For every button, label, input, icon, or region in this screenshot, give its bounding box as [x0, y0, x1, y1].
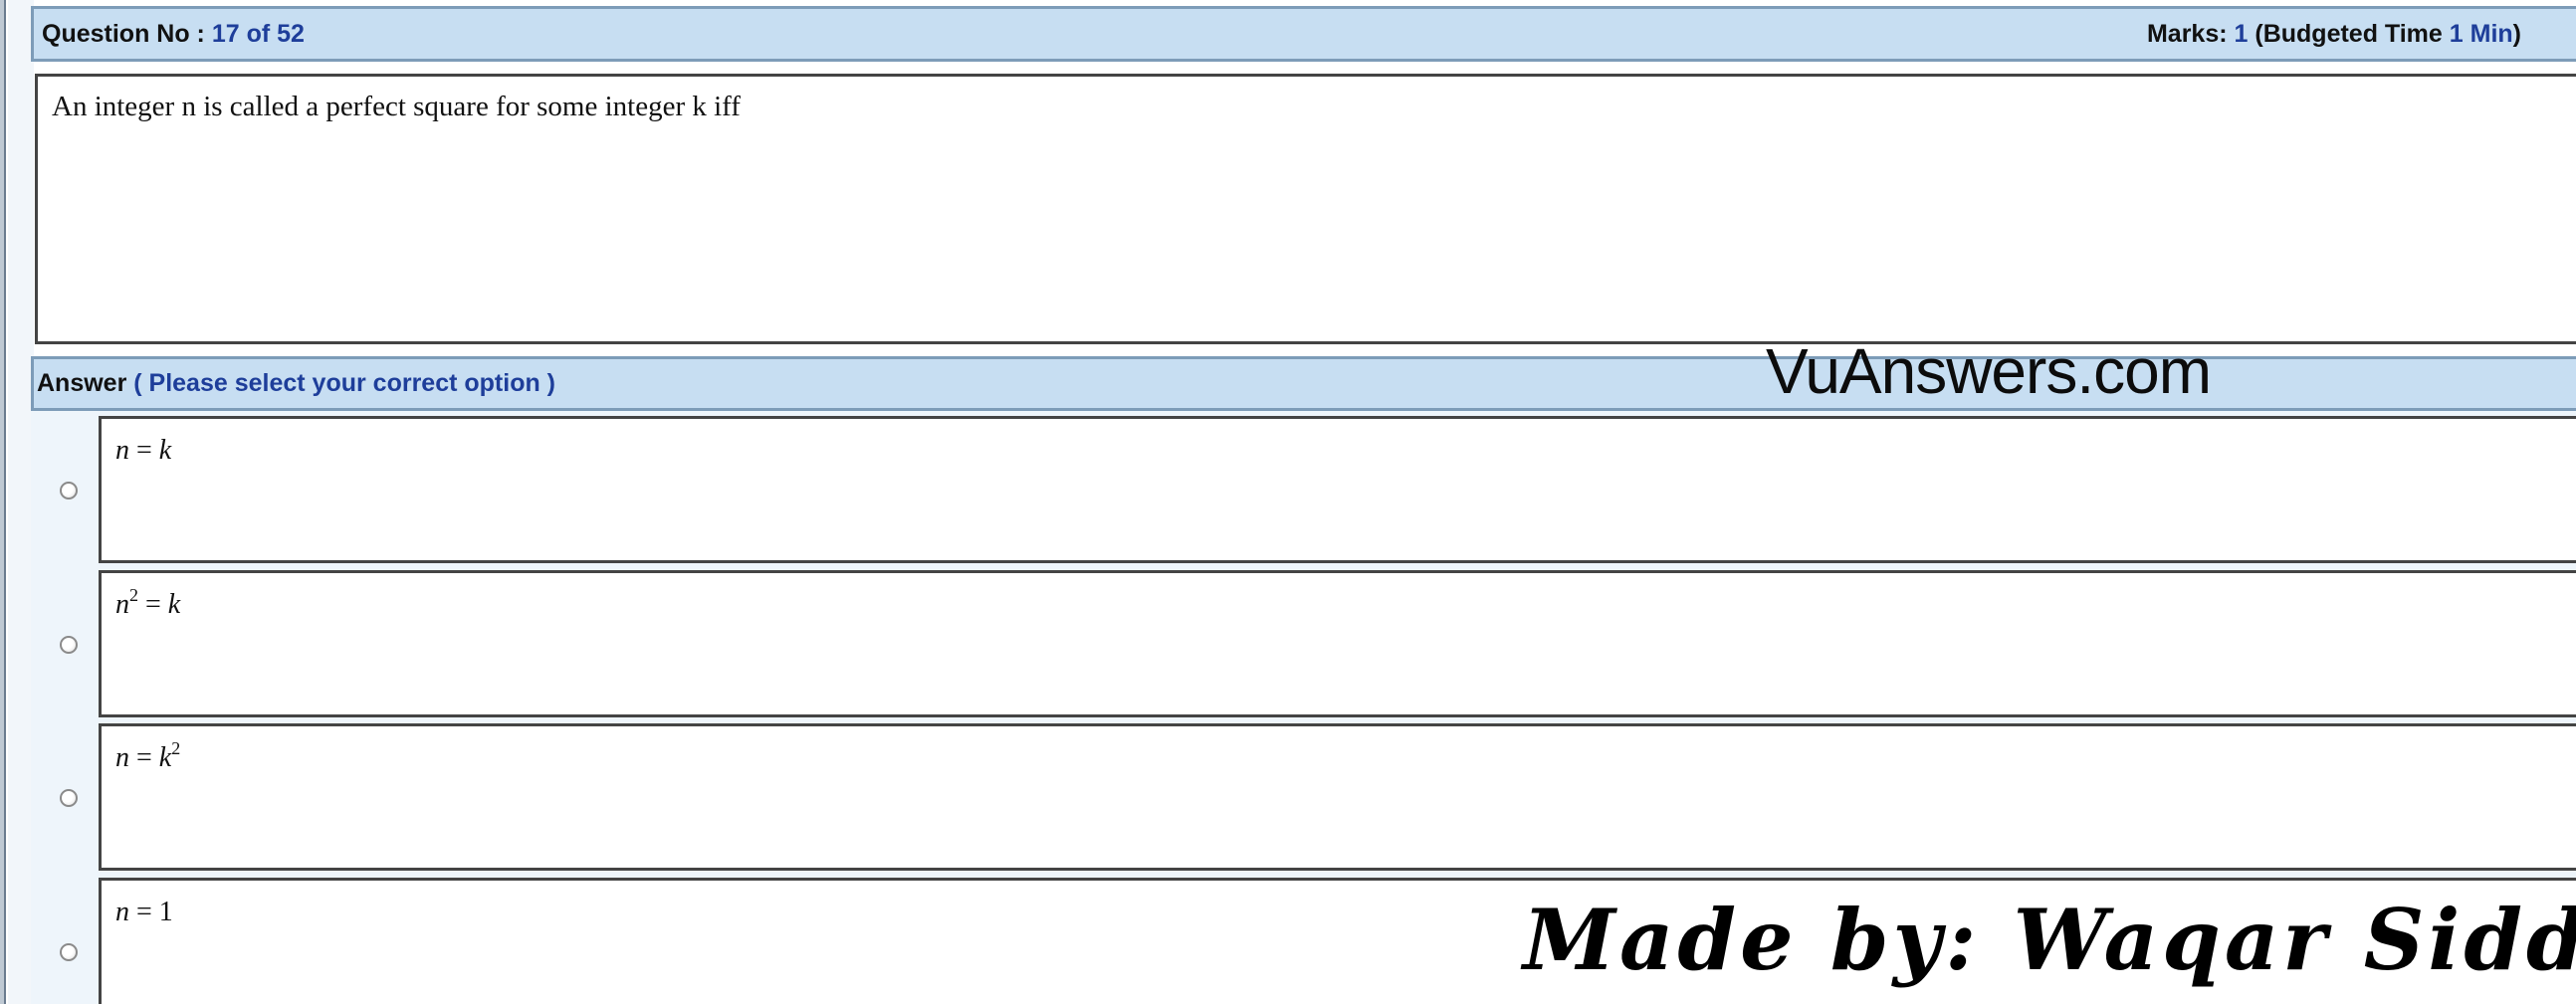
option-1-lhs: n: [115, 435, 129, 466]
window-frame-left: [0, 0, 6, 1004]
watermark-author: Made by: Waqar Siddhu: [1523, 891, 2576, 989]
question-text: An integer n is called a perfect square …: [52, 91, 741, 122]
marks-info: Marks: 1 (Budgeted Time 1 Min ): [2147, 9, 2521, 59]
option-2-lhs-sup: 2: [129, 585, 138, 605]
option-2-op: =: [138, 589, 168, 620]
answer-label: Answer: [37, 369, 127, 397]
option-4-lhs: n: [115, 897, 129, 927]
quiz-page: Question No : 17 of 52 Marks: 1 (Budgete…: [0, 0, 2576, 1004]
option-1-box[interactable]: n = k: [99, 416, 2576, 563]
option-3-rhs: k: [158, 742, 172, 773]
option-4-rhs: 1: [158, 897, 173, 927]
option-3-op: =: [129, 742, 159, 773]
budget-close: ): [2512, 19, 2521, 48]
marks-label: Marks:: [2146, 19, 2235, 48]
watermark-vuanswers: VuAnswers.com: [1766, 335, 2212, 407]
budget-label: (Budgeted Time: [2254, 19, 2450, 48]
option-2-lhs: n: [115, 589, 129, 620]
question-text-box: An integer n is called a perfect square …: [35, 74, 2576, 344]
option-3-box[interactable]: n = k2: [99, 723, 2576, 871]
answer-hint: ( Please select your correct option ): [133, 369, 556, 397]
question-header-bar: Question No : 17 of 52 Marks: 1 (Budgete…: [31, 6, 2576, 62]
marks-value: 1: [2234, 19, 2249, 48]
option-row-1: n = k: [31, 416, 2576, 565]
option-3-radio[interactable]: [60, 789, 78, 807]
budget-value: 1 Min: [2449, 19, 2513, 48]
question-no-label: Question No :: [42, 19, 212, 48]
option-1-radio[interactable]: [60, 482, 78, 500]
option-row-2: n2 = k: [31, 570, 2576, 719]
option-4-op: =: [129, 897, 159, 927]
option-2-rhs: k: [167, 589, 181, 620]
option-2-radio[interactable]: [60, 636, 78, 654]
option-1-op: =: [129, 435, 159, 466]
option-1-rhs: k: [158, 435, 172, 466]
option-2-box[interactable]: n2 = k: [99, 570, 2576, 717]
option-4-radio[interactable]: [60, 943, 78, 961]
option-row-3: n = k2: [31, 723, 2576, 873]
option-3-rhs-sup: 2: [171, 738, 181, 758]
option-3-lhs: n: [115, 742, 129, 773]
question-number: 17 of 52: [211, 19, 305, 48]
